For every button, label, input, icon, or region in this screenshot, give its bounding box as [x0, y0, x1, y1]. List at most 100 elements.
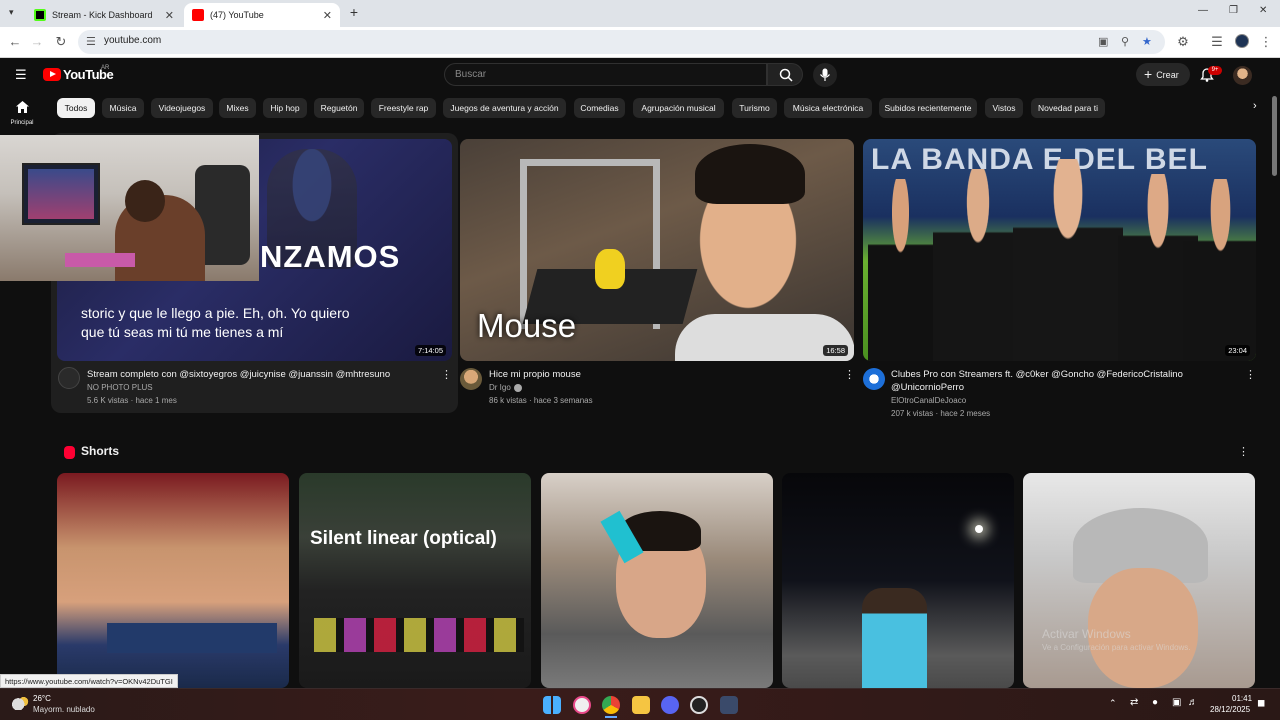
- video-thumbnail[interactable]: Mouse 16:58: [460, 139, 854, 361]
- notification-center-icon[interactable]: ◼: [1257, 698, 1265, 709]
- close-tab-icon[interactable]: ✕: [165, 9, 174, 22]
- windows-start-icon[interactable]: [543, 696, 561, 714]
- chip-novedad-para-ti[interactable]: Novedad para ti: [1031, 98, 1105, 118]
- browser-menu-icon[interactable]: ⋮: [1257, 33, 1275, 51]
- thumbnail-player-2: [933, 169, 1023, 361]
- bookmark-star-icon[interactable]: ★: [1142, 35, 1152, 48]
- file-explorer-icon[interactable]: [632, 696, 650, 714]
- browser-tab-bar: ▾ Stream - Kick Dashboard ✕ (47) YouTube…: [0, 0, 1280, 27]
- channel-name[interactable]: ElOtroCanalDeJoaco: [891, 396, 966, 405]
- steam-icon[interactable]: [720, 696, 738, 714]
- create-button[interactable]: + Crear: [1136, 63, 1190, 86]
- close-tab-icon[interactable]: ✕: [323, 9, 332, 22]
- tray-volume-icon[interactable]: ♬: [1188, 697, 1198, 708]
- short-switches-row: [314, 618, 524, 652]
- shorts-menu-icon[interactable]: ⋮: [1238, 445, 1249, 458]
- chip-subidos-recientemente[interactable]: Subidos recientemente: [879, 98, 977, 118]
- short-card[interactable]: [57, 473, 289, 688]
- short-card[interactable]: [782, 473, 1014, 688]
- chip-juegos-aventura-accion[interactable]: Juegos de aventura y acción: [443, 98, 566, 118]
- tab-list-chevron-icon[interactable]: ▾: [9, 7, 14, 18]
- tab-kick-dashboard[interactable]: Stream - Kick Dashboard ✕: [26, 3, 182, 27]
- video-title[interactable]: Clubes Pro con Streamers ft. @c0ker @Gon…: [891, 368, 1216, 394]
- zoom-icon[interactable]: ⚲: [1121, 35, 1129, 48]
- tab-youtube[interactable]: (47) YouTube ✕: [184, 3, 340, 27]
- chip-agrupacion-musical[interactable]: Agrupación musical: [633, 98, 724, 118]
- chip-musica-electronica[interactable]: Música electrónica: [784, 98, 872, 118]
- chrome-active-indicator: [605, 716, 617, 718]
- short-waistband-shape: [107, 623, 277, 653]
- profile-avatar-icon[interactable]: [1235, 34, 1249, 48]
- restore-window-icon[interactable]: ❐: [1229, 5, 1238, 16]
- thumbnail-yellow-part: [595, 249, 625, 289]
- chip-vistos[interactable]: Vistos: [985, 98, 1023, 118]
- chrome-icon[interactable]: [602, 696, 620, 714]
- video-thumbnail[interactable]: LA BANDA E DEL BEL 23:04: [863, 139, 1256, 361]
- address-bar[interactable]: ☰ youtube.com ▣ ⚲ ★: [78, 30, 1165, 54]
- itunes-icon[interactable]: [573, 696, 591, 714]
- channel-name[interactable]: Dr Igo: [489, 383, 511, 392]
- kick-favicon-icon: [34, 9, 46, 21]
- install-app-icon[interactable]: ▣: [1098, 35, 1108, 48]
- thumbnail-overlay-text: NZAMOS: [260, 239, 401, 274]
- chip-todos[interactable]: Todos: [57, 98, 95, 118]
- video-menu-icon[interactable]: ⋮: [844, 368, 855, 381]
- weather-description[interactable]: Mayorm. nublado: [33, 705, 95, 714]
- channel-name[interactable]: NO PHOTO PLUS: [87, 383, 153, 392]
- hamburger-menu-icon[interactable]: ☰: [15, 67, 27, 83]
- chip-videojuegos[interactable]: Videojuegos: [151, 98, 213, 118]
- youtube-logo-icon[interactable]: [43, 68, 61, 81]
- back-icon[interactable]: ←: [6, 33, 24, 51]
- extensions-icon[interactable]: ⚙: [1174, 33, 1192, 51]
- webcam-head-shape: [125, 180, 165, 222]
- channel-avatar[interactable]: [460, 368, 482, 390]
- forward-icon[interactable]: →: [28, 33, 46, 51]
- channel-avatar[interactable]: [863, 368, 885, 390]
- sidebar-item-home[interactable]: Principal: [4, 100, 40, 132]
- chip-comedias[interactable]: Comedias: [574, 98, 625, 118]
- plus-icon: +: [1144, 66, 1153, 82]
- short-card[interactable]: [1023, 473, 1255, 688]
- obs-icon[interactable]: [690, 696, 708, 714]
- minimize-window-icon[interactable]: —: [1198, 5, 1208, 16]
- chip-hip-hop[interactable]: Hip hop: [263, 98, 307, 118]
- tray-sync-icon[interactable]: ⇄: [1130, 697, 1138, 708]
- channel-avatar[interactable]: [58, 367, 80, 389]
- site-info-icon[interactable]: ☰: [86, 35, 96, 48]
- reload-icon[interactable]: ↻: [52, 33, 70, 51]
- search-button[interactable]: [767, 63, 803, 86]
- video-title[interactable]: Hice mi propio mouse: [489, 368, 829, 381]
- search-icon: [779, 68, 793, 82]
- video-meta: 86 k vistas · hace 3 semanas: [489, 396, 593, 405]
- chip-turismo[interactable]: Turismo: [732, 98, 777, 118]
- browser-toolbar: ← → ↻ ☰ youtube.com ▣ ⚲ ★ ⚙ ☰ ⋮: [0, 27, 1280, 58]
- short-card[interactable]: [541, 473, 773, 688]
- chip-mixes[interactable]: Mixes: [219, 98, 256, 118]
- short-card[interactable]: Silent linear (optical): [299, 473, 531, 688]
- chips-next-arrow-icon[interactable]: ›: [1253, 100, 1257, 112]
- page-scrollbar[interactable]: [1272, 96, 1277, 176]
- tray-network-icon[interactable]: ▣: [1172, 697, 1181, 708]
- chip-musica[interactable]: Música: [102, 98, 144, 118]
- thumbnail-player-3: [1013, 159, 1123, 361]
- tray-microphone-icon[interactable]: ●: [1152, 697, 1158, 708]
- close-window-icon[interactable]: ✕: [1259, 5, 1267, 16]
- discord-icon[interactable]: [661, 696, 679, 714]
- chip-regueton[interactable]: Reguetón: [314, 98, 364, 118]
- video-title[interactable]: Stream completo con @sixtoyegros @juicyn…: [87, 368, 427, 381]
- media-controls-icon[interactable]: ☰: [1208, 33, 1226, 51]
- video-menu-icon[interactable]: ⋮: [1245, 368, 1256, 381]
- new-tab-button[interactable]: +: [347, 4, 361, 20]
- clock-time[interactable]: 01:41: [1232, 694, 1252, 703]
- search-input[interactable]: Buscar: [444, 63, 767, 86]
- account-avatar[interactable]: [1233, 66, 1252, 85]
- notification-count-badge: 9+: [1208, 66, 1222, 75]
- youtube-favicon-icon: [192, 9, 204, 21]
- weather-icon[interactable]: [11, 696, 29, 710]
- clock-date[interactable]: 28/12/2025: [1210, 705, 1250, 714]
- tray-overflow-chevron-icon[interactable]: ⌃: [1109, 698, 1117, 709]
- weather-temperature[interactable]: 26°C: [33, 694, 51, 703]
- voice-search-button[interactable]: [813, 63, 837, 87]
- chip-freestyle-rap[interactable]: Freestyle rap: [371, 98, 436, 118]
- video-menu-icon[interactable]: ⋮: [441, 368, 452, 381]
